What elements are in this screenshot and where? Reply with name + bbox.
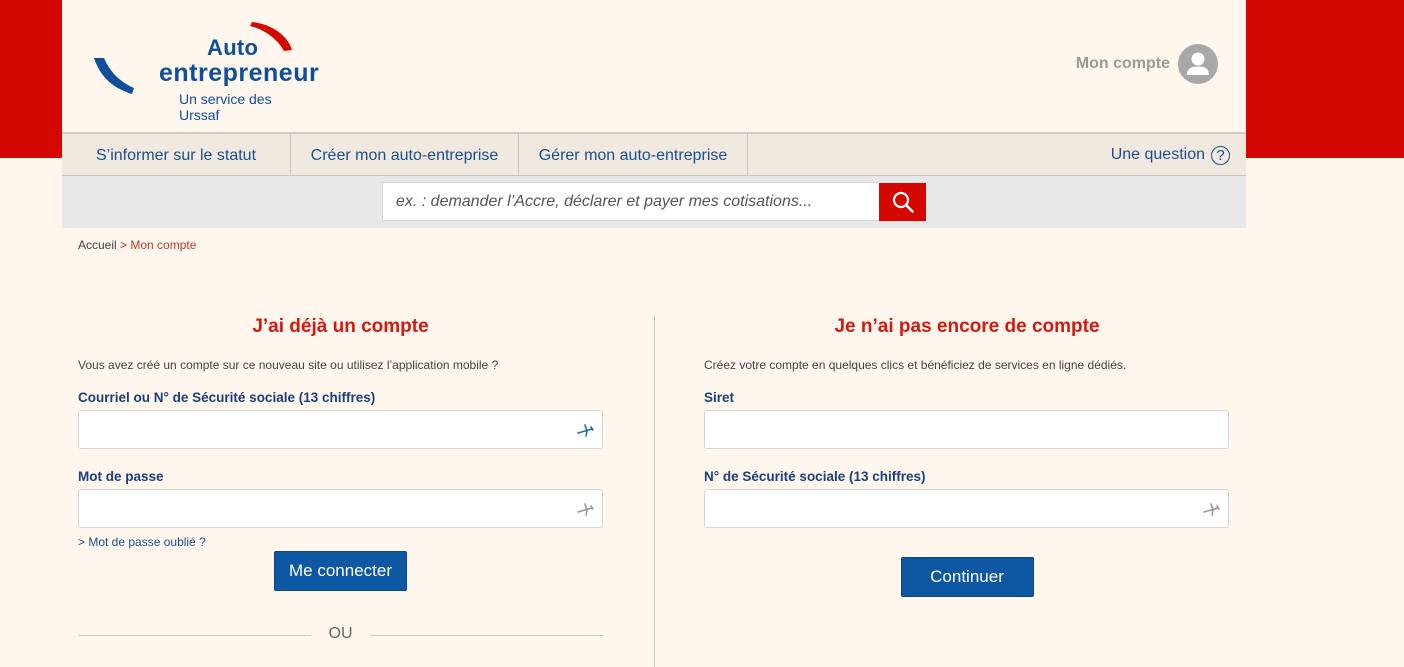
question-icon: ? — [1211, 145, 1230, 165]
nav-question-label: Une question — [1110, 146, 1205, 163]
column-divider — [654, 316, 655, 667]
signup-column: Je n’ai pas encore de compte Créez votre… — [704, 316, 1230, 597]
nav-item-informer[interactable]: S’informer sur le statut — [62, 134, 291, 176]
login-intro: Vous avez créé un compte sur ce nouveau … — [78, 358, 499, 372]
siret-label: Siret — [704, 390, 735, 405]
account-button[interactable]: Mon compte — [1076, 44, 1218, 84]
login-password-input[interactable] — [79, 490, 602, 527]
signup-title: Je n’ai pas encore de compte — [834, 316, 1100, 337]
nav-item-creer[interactable]: Créer mon auto-entreprise — [291, 134, 519, 176]
or-separator: OU — [78, 625, 603, 645]
continue-button[interactable]: Continuer — [900, 557, 1034, 597]
nss-input[interactable] — [705, 490, 1228, 527]
page-container: Auto entrepreneur Un service des Urssaf … — [62, 0, 1246, 667]
login-password-field-wrapper — [78, 489, 603, 528]
key-icon[interactable] — [1202, 500, 1222, 518]
login-password-label: Mot de passe — [78, 469, 164, 484]
breadcrumb-home[interactable]: Accueil — [78, 238, 117, 252]
site-header: Auto entrepreneur Un service des Urssaf … — [62, 0, 1246, 132]
login-title: J’ai déjà un compte — [252, 316, 429, 337]
account-label: Mon compte — [1075, 55, 1170, 72]
forgot-password-link[interactable]: > Mot de passe oublié ? — [78, 535, 603, 549]
search-icon — [892, 191, 914, 213]
login-id-field-wrapper — [78, 410, 603, 449]
nav-item-question[interactable]: Une question ? — [1111, 134, 1230, 176]
search-input[interactable] — [382, 182, 879, 221]
logo-text-entrepreneur: entrepreneur — [159, 59, 320, 87]
logo-text-auto: Auto — [207, 35, 259, 60]
signup-intro: Créez votre compte en quelques clics et … — [704, 358, 1127, 372]
breadcrumb: Accueil > Mon compte — [78, 238, 196, 252]
nss-field-wrapper — [704, 489, 1229, 528]
key-icon[interactable] — [576, 500, 596, 518]
login-id-input[interactable] — [79, 411, 602, 448]
or-text: OU — [328, 625, 353, 642]
siret-input[interactable] — [705, 411, 1228, 448]
user-icon — [1178, 44, 1218, 84]
nav-item-gerer[interactable]: Gérer mon auto-entreprise — [519, 134, 748, 176]
search-button[interactable] — [879, 183, 926, 221]
login-column: J’ai déjà un compte Vous avez créé un co… — [78, 316, 603, 645]
logo-tagline: Un service des Urssaf — [179, 91, 272, 123]
login-button[interactable]: Me connecter — [274, 551, 407, 591]
search-bar — [62, 176, 1246, 228]
nss-label: N° de Sécurité sociale (13 chiffres) — [704, 469, 926, 484]
key-icon[interactable] — [576, 421, 596, 439]
breadcrumb-current: > Mon compte — [120, 238, 197, 252]
site-logo[interactable]: Auto entrepreneur Un service des Urssaf — [92, 18, 319, 123]
siret-field-wrapper — [704, 410, 1229, 449]
login-id-label: Courriel ou N° de Sécurité sociale (13 c… — [78, 390, 376, 405]
main-nav: S’informer sur le statut Créer mon auto-… — [62, 132, 1246, 176]
